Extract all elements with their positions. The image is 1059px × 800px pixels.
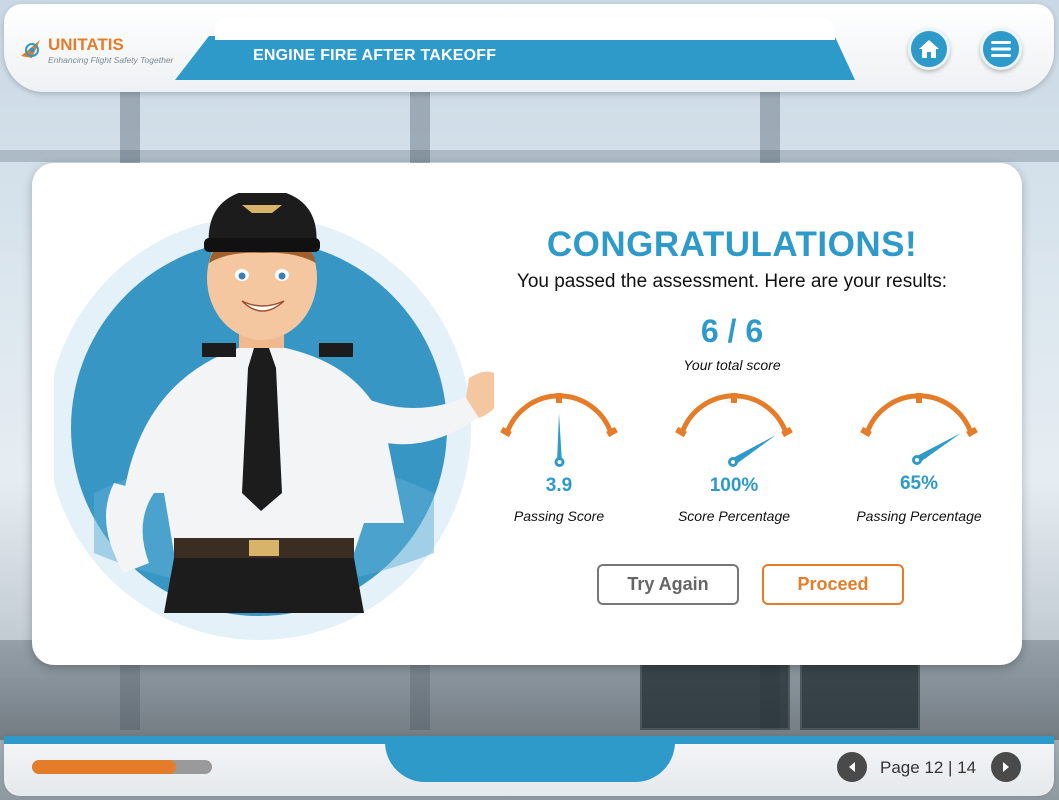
results-card: CONGRATULATIONS! You passed the assessme…	[32, 163, 1022, 665]
brand-logo-icon	[21, 40, 40, 58]
footer-notch	[385, 742, 675, 782]
passing-score-label: Passing Score	[513, 508, 605, 524]
total-score-label: Your total score	[683, 357, 781, 373]
brand-logo: UNITATIS Enhancing Flight Safety Togethe…	[18, 34, 193, 74]
course-title: ENGINE FIRE AFTER TAKEOFF	[253, 47, 497, 64]
footer: Page 12 | 14	[0, 730, 1059, 800]
proceed-button[interactable]: Proceed	[762, 564, 904, 605]
console-screen	[800, 660, 920, 730]
chevron-right-icon	[1003, 762, 1009, 772]
congratulations-heading: CONGRATULATIONS!	[546, 225, 918, 264]
page-indicator: Page 12 | 14	[880, 758, 977, 777]
score-percentage-value: 100%	[709, 475, 759, 496]
previous-page-button[interactable]	[837, 752, 867, 782]
menu-icon	[991, 41, 1011, 57]
result-message: You passed the assessment. Here are your…	[516, 271, 948, 292]
header: ENGINE FIRE AFTER TAKEOFF UNITATIS Enhan…	[0, 0, 1059, 96]
passing-score-gauge: 3.9 Passing Score	[484, 391, 634, 531]
home-icon	[919, 40, 939, 58]
gauge-dial-icon	[860, 393, 978, 465]
home-button[interactable]	[908, 28, 950, 70]
score-percentage-gauge: 100% Score Percentage	[659, 391, 809, 531]
menu-button[interactable]	[980, 28, 1022, 70]
chevron-left-icon	[849, 762, 855, 772]
gauge-dial-icon	[500, 393, 618, 467]
passing-percentage-label: Passing Percentage	[856, 508, 982, 524]
brand-name: UNITATIS	[48, 35, 124, 54]
course-progress-bar	[32, 760, 212, 774]
next-page-button[interactable]	[991, 752, 1021, 782]
pilot-illustration	[54, 193, 494, 640]
passing-score-value: 3.9	[545, 475, 573, 496]
window-frame	[0, 150, 1059, 162]
passing-percentage-value: 65%	[899, 473, 939, 494]
brand-tagline: Enhancing Flight Safety Together	[48, 55, 174, 65]
score-percentage-label: Score Percentage	[677, 508, 791, 524]
try-again-button[interactable]: Try Again	[597, 564, 739, 605]
course-progress-fill	[32, 760, 176, 774]
passing-percentage-gauge: 65% Passing Percentage	[844, 391, 994, 531]
title-bar-top	[215, 18, 835, 40]
gauge-dial-icon	[675, 393, 793, 467]
total-score: 6 / 6	[700, 313, 764, 349]
